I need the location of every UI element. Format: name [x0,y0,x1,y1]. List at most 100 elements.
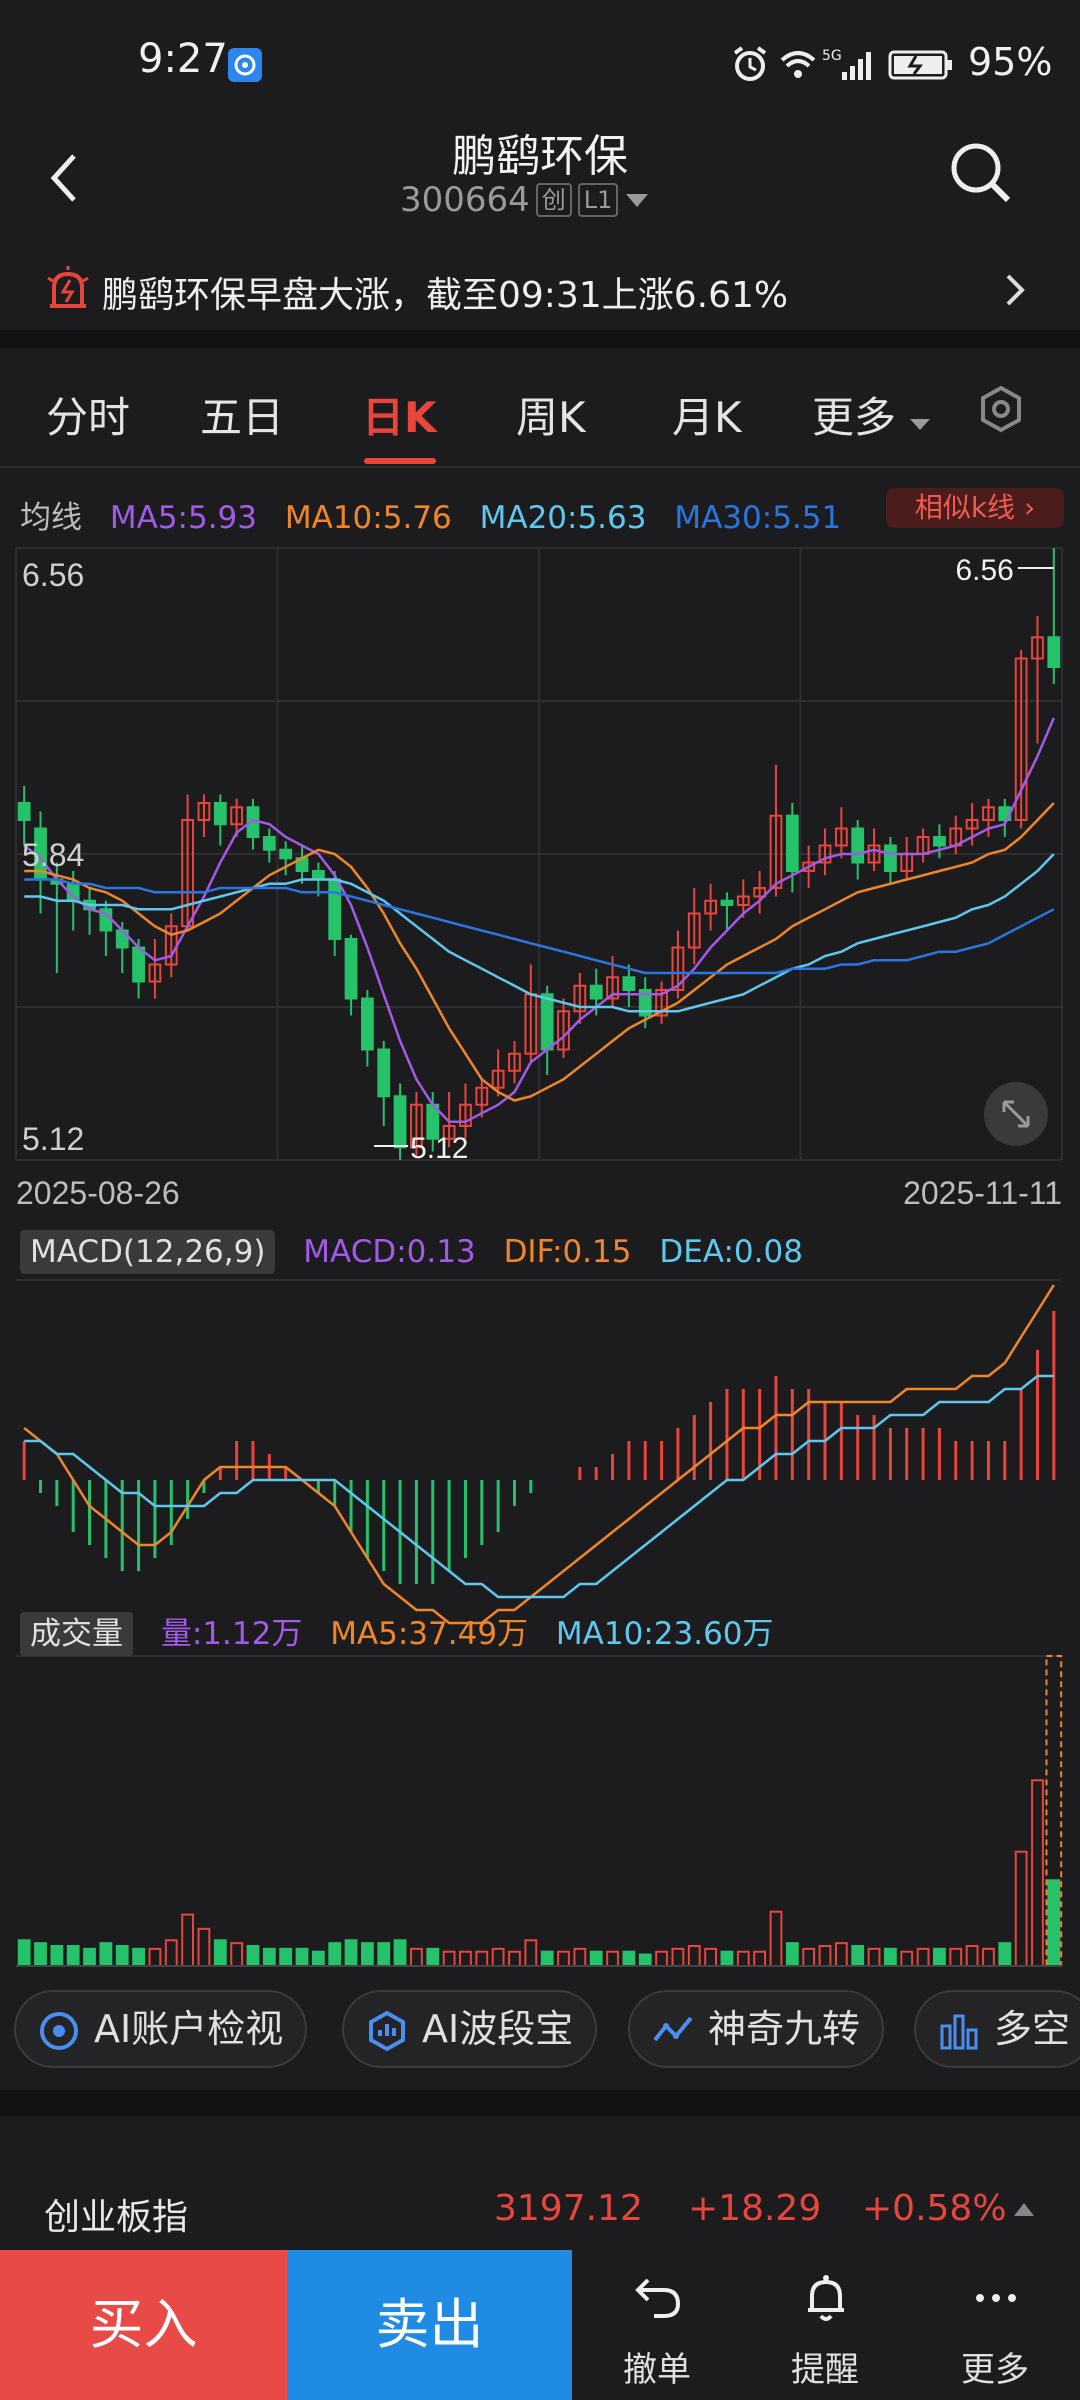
volume-bar [540,1950,554,1967]
chip-label: AI账户检视 [94,2007,284,2051]
volume-bar [164,1939,178,1968]
macd-value: MACD:0.13 [303,1234,476,1270]
volume-bar [1014,1850,1028,1967]
volume-bar [213,1939,227,1968]
volume-bar [933,1947,946,1968]
volume-bar [132,1947,145,1968]
undo-icon [635,2278,681,2318]
high-price-label: 6.56 [955,554,1013,587]
end-date-label: 2025-11-11 [903,1175,1062,1211]
volume-bar [589,1950,603,1967]
index-change-pct: +0.58% [862,2188,1007,2229]
volume-bar [295,1947,309,1968]
cancel-order-button[interactable]: 撤单 [572,2250,742,2400]
volume-bar [377,1942,391,1967]
macd-selector[interactable]: MACD(12,26,9) [20,1230,276,1274]
long-short-chip[interactable]: 多空 [914,1990,1080,2068]
index-change: +18.29 [688,2188,822,2229]
more-label: 更多 [961,2350,1029,2390]
price-axis-label: 5.12 [22,1121,84,1157]
candle-body [933,836,946,847]
volume-bar [246,1945,260,1967]
expand-up-icon[interactable] [1012,2200,1036,2218]
index-ticker-row[interactable]: 创业板指 3197.12 +18.29 +0.58% [0,2116,1080,2250]
candle-body [540,993,554,1051]
volume-bar [17,1939,31,1968]
candle-body [262,836,276,851]
start-date-label: 2025-08-26 [16,1175,180,1211]
volume-bar [834,1942,848,1967]
volume-bar [279,1947,293,1968]
volume-bar [851,1945,865,1967]
volume-bar [671,1947,685,1968]
chip-label: 神奇九转 [708,2007,861,2051]
candle-body [393,1095,407,1149]
volume-selector[interactable]: 成交量 [20,1612,133,1656]
volume-bar [785,1942,799,1967]
volume-bar [802,1947,816,1968]
candle-body [344,938,358,1000]
volume-bar [720,1950,734,1967]
ai-account-review-chip[interactable]: AI账户检视 [14,1990,308,2068]
volume-bar [115,1945,129,1967]
volume-value: 量:1.12万 [160,1616,303,1652]
ai-band-chip[interactable]: AI波段宝 [342,1990,598,2068]
candle-body [851,827,865,864]
candle-body [589,984,603,1000]
candle-body [311,870,325,881]
candle-body [377,1048,391,1098]
volume-legend: 成交量 量:1.12万 MA5:37.49万 MA10:23.60万 [20,1608,792,1656]
volume-bar [638,1953,652,1967]
bar-chart-icon [940,2014,978,2050]
volume-bar [524,1939,538,1968]
volume-bar [704,1947,718,1968]
volume-bar [50,1945,64,1967]
volume-bar [883,1947,897,1968]
dea-value: DEA:0.08 [659,1234,803,1270]
kline-chart[interactable]: 6.56 5.84 5.12 6.56 5.12 2025-08-26 2025-11-11 [0,0,1080,1980]
volume-bar [83,1947,96,1968]
candle-body [720,899,734,906]
more-dots-icon [976,2294,1016,2302]
magic-nine-chip[interactable]: 神奇九转 [628,1990,885,2068]
volume-ma5: MA5:37.49万 [330,1616,529,1652]
more-button[interactable]: 更多 [910,2250,1080,2400]
volume-bar [99,1942,113,1967]
volume-bar [982,1947,995,1968]
candle-body [785,814,799,872]
volume-bar [360,1942,374,1967]
volume-bar [344,1939,358,1968]
volume-bar [442,1950,456,1967]
remind-button[interactable]: 提醒 [740,2250,910,2400]
volume-bar [148,1947,162,1968]
volume-bar [949,1947,963,1968]
chip-label: AI波段宝 [422,2007,574,2051]
macd-legend: MACD(12,26,9) MACD:0.13 DIF:0.15 DEA:0.0… [20,1230,821,1274]
volume-bar [818,1945,832,1967]
volume-bar [736,1950,750,1967]
candle-body [213,802,227,826]
bottom-action-bar: 买入 卖出 撤单 提醒 更多 [0,2250,1080,2400]
volume-bar [687,1945,701,1967]
volume-bar [998,1942,1012,1967]
hexagon-chart-icon [369,2010,405,2052]
volume-bar [1047,1879,1061,1968]
candle-body [883,844,897,872]
cancel-order-label: 撤单 [623,2350,691,2390]
candle-body [1047,636,1061,668]
dif-value: DIF:0.15 [503,1234,632,1270]
sell-button[interactable]: 卖出 [287,2250,572,2400]
volume-bar [867,1947,881,1968]
price-axis-label: 6.56 [22,557,84,593]
volume-bar [197,1927,211,1968]
ai-tool-chips: AI账户检视 AI波段宝 神奇九转 多空 [0,1980,1080,2080]
buy-button[interactable]: 买入 [0,2250,287,2400]
trend-line-icon [653,2016,693,2042]
index-value: 3197.12 [494,2188,643,2229]
candle-body [360,997,374,1051]
volume-bar [311,1950,325,1967]
volume-bar [508,1950,521,1967]
volume-bar [573,1947,587,1968]
index-name: 创业板指 [44,2197,189,2238]
volume-bar [916,1947,930,1968]
